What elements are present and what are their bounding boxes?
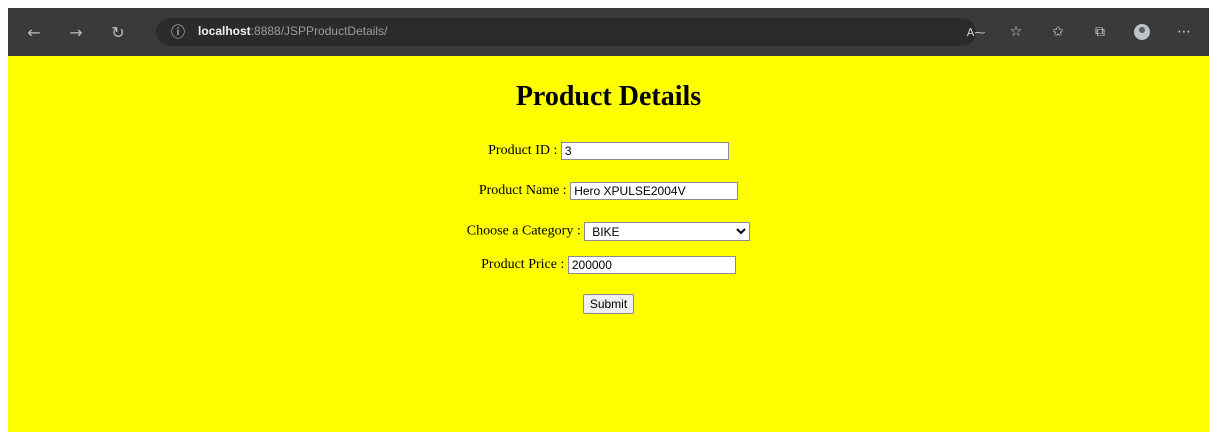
product-price-input[interactable]	[567, 256, 736, 274]
category-label: Choose a Category :	[466, 223, 581, 239]
page-title: Product Details	[515, 81, 702, 112]
category-select[interactable]: BIKE	[584, 222, 751, 241]
product-price-row: Product Price :	[8, 256, 1209, 274]
collections-icon[interactable]: ⧉	[1088, 20, 1112, 44]
product-id-label: Product ID :	[488, 143, 558, 158]
read-aloud-icon[interactable]: A⁓	[964, 20, 988, 44]
product-name-input[interactable]	[570, 182, 739, 200]
info-icon[interactable]: ⓘ	[168, 22, 188, 42]
browser-toolbar: ← → ↻ ⓘ localhost:8888/JSPProductDetails…	[8, 8, 1209, 56]
submit-row: Submit	[8, 294, 1209, 314]
product-name-row: Product Name :	[8, 182, 1209, 200]
profile-avatar-icon[interactable]	[1130, 20, 1154, 44]
address-bar[interactable]: ⓘ localhost:8888/JSPProductDetails/	[156, 18, 976, 46]
submit-button[interactable]: Submit	[582, 294, 635, 314]
page-content: Product Details Product ID : Product Nam…	[8, 56, 1209, 432]
url-host: localhost	[198, 24, 251, 38]
product-id-row: Product ID :	[8, 142, 1209, 160]
product-id-input[interactable]	[560, 142, 729, 160]
url-text[interactable]: localhost:8888/JSPProductDetails/	[198, 24, 387, 38]
product-price-label: Product Price :	[481, 257, 565, 272]
add-favorite-icon[interactable]: ☆	[1004, 20, 1028, 44]
more-icon[interactable]: ⋯	[1172, 20, 1196, 44]
url-path: :8888/JSPProductDetails/	[250, 24, 388, 38]
product-name-label: Product Name :	[478, 183, 567, 198]
category-row: Choose a Category : BIKE	[8, 222, 1209, 241]
favorites-icon[interactable]: ✩	[1046, 20, 1070, 44]
back-arrow-icon[interactable]: ←	[22, 20, 46, 44]
refresh-icon[interactable]: ↻	[106, 20, 130, 44]
forward-arrow-icon[interactable]: →	[64, 20, 88, 44]
browser-window: ← → ↻ ⓘ localhost:8888/JSPProductDetails…	[8, 8, 1209, 432]
